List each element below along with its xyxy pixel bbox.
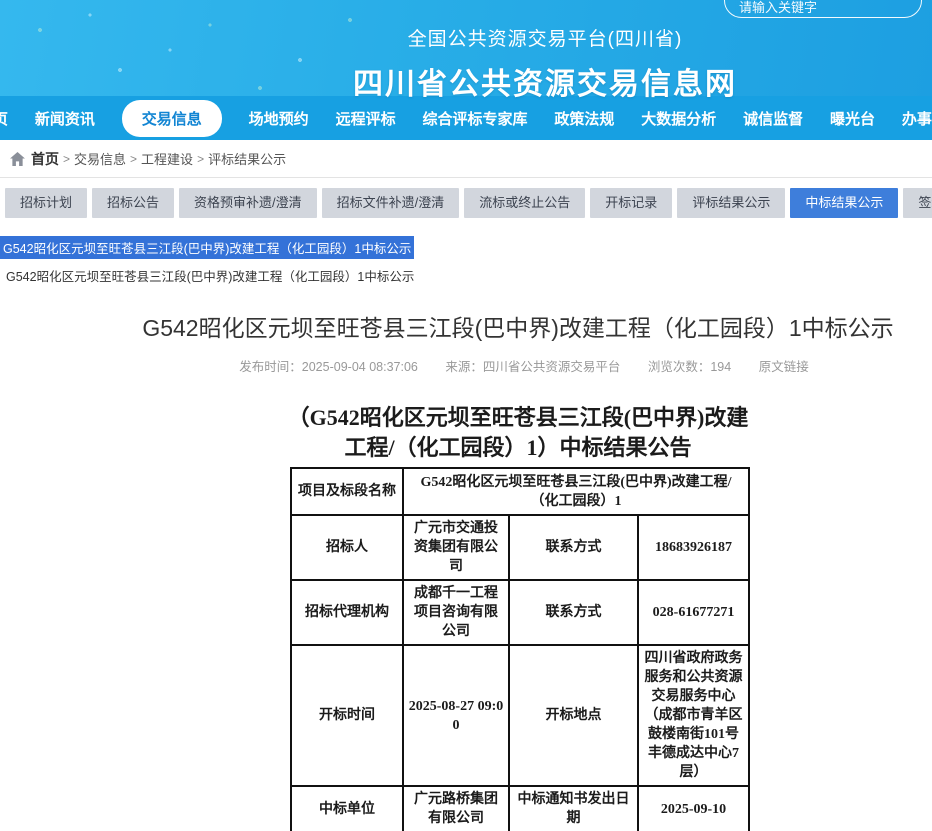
cell-open-place-label: 开标地点	[509, 645, 638, 786]
breadcrumb-eval-results[interactable]: 评标结果公示	[208, 149, 286, 168]
breadcrumb-separator: >	[197, 152, 204, 166]
nav-item-expert-db[interactable]: 综合评标专家库	[422, 108, 527, 129]
nav-item-venue[interactable]: 场地预约	[249, 108, 309, 129]
breadcrumb: 首页 > 交易信息 > 工程建设 > 评标结果公示	[0, 140, 932, 178]
article: G542昭化区元坝至旺苍县三江段(巴中界)改建工程（化工园段）1中标公示 发布时…	[0, 309, 932, 831]
cell-notice-date-value: 2025-09-10	[638, 786, 749, 831]
category-tabs: 招标计划 招标公告 资格预审补遗/澄清 招标文件补遗/澄清 流标或终止公告 开标…	[0, 178, 932, 218]
home-icon	[10, 152, 25, 166]
tab-failed-termination[interactable]: 流标或终止公告	[464, 188, 585, 218]
tab-bid-plan[interactable]: 招标计划	[5, 188, 87, 218]
cell-tenderer-label: 招标人	[291, 515, 403, 580]
document-body: （G542昭化区元坝至旺苍县三江段(巴中界)改建工程/（化工园段）1）中标结果公…	[0, 403, 932, 831]
breadcrumb-construction[interactable]: 工程建设	[141, 149, 193, 168]
source: 来源：四川省公共资源交易平台	[445, 360, 620, 374]
cell-agency-value: 成都千一工程项目咨询有限公司	[403, 580, 509, 645]
tab-prequal-supplement[interactable]: 资格预审补遗/澄清	[179, 188, 317, 218]
view-count: 浏览次数：194	[648, 360, 731, 374]
document-title: （G542昭化区元坝至旺苍县三江段(巴中界)改建工程/（化工园段）1）中标结果公…	[283, 403, 753, 463]
result-link-selected[interactable]: G542昭化区元坝至旺苍县三江段(巴中界)改建工程（化工园段）1中标公示	[0, 236, 414, 259]
tab-contract-perform[interactable]: 签约履行	[903, 188, 932, 218]
tab-eval-result[interactable]: 评标结果公示	[677, 188, 785, 218]
table-row: 招标人 广元市交通投资集团有限公司 联系方式 18683926187	[291, 515, 749, 580]
nav-item-policy[interactable]: 政策法规	[554, 108, 614, 129]
tab-bid-announcement[interactable]: 招标公告	[92, 188, 174, 218]
cell-agency-label: 招标代理机构	[291, 580, 403, 645]
breadcrumb-trade-info[interactable]: 交易信息	[74, 149, 126, 168]
cell-winner-value: 广元路桥集团有限公司	[403, 786, 509, 831]
cell-tenderer-value: 广元市交通投资集团有限公司	[403, 515, 509, 580]
publish-time: 发布时间：2025-09-04 08:37:06	[239, 360, 418, 374]
nav-item-bigdata[interactable]: 大数据分析	[641, 108, 716, 129]
award-result-table: 项目及标段名称 G542昭化区元坝至旺苍县三江段(巴中界)改建工程/（化工园段）…	[290, 467, 750, 831]
search-icon[interactable]	[893, 0, 913, 1]
site-titles: 全国公共资源交易平台(四川省) 四川省公共资源交易信息网	[0, 24, 932, 103]
breadcrumb-separator: >	[130, 152, 137, 166]
nav-item-services[interactable]: 办事	[902, 108, 932, 129]
cell-notice-date-label: 中标通知书发出日期	[509, 786, 638, 831]
table-row: 招标代理机构 成都千一工程项目咨询有限公司 联系方式 028-61677271	[291, 580, 749, 645]
site-title-large: 四川省公共资源交易信息网	[158, 59, 932, 103]
search-input[interactable]	[739, 0, 889, 16]
tab-opening-record[interactable]: 开标记录	[590, 188, 672, 218]
table-row: 项目及标段名称 G542昭化区元坝至旺苍县三江段(巴中界)改建工程/（化工园段）…	[291, 468, 749, 515]
nav-item-exposure[interactable]: 曝光台	[830, 108, 875, 129]
cell-contact-label: 联系方式	[509, 580, 638, 645]
cell-contact-value: 028-61677271	[638, 580, 749, 645]
nav-item-remote-eval[interactable]: 远程评标	[336, 108, 396, 129]
cell-winner-label: 中标单位	[291, 786, 403, 831]
origin-link[interactable]: 原文链接	[759, 360, 809, 374]
cell-contact-label: 联系方式	[509, 515, 638, 580]
main-nav-items: 首页 新闻资讯 交易信息 场地预约 远程评标 综合评标专家库 政策法规 大数据分…	[0, 100, 932, 137]
search-box[interactable]	[724, 0, 922, 18]
table-row: 开标时间 2025-08-27 09:00 开标地点 四川省政府政务服务和公共资…	[291, 645, 749, 786]
nav-item-news[interactable]: 新闻资讯	[35, 108, 95, 129]
cell-contact-value: 18683926187	[638, 515, 749, 580]
nav-item-integrity[interactable]: 诚信监督	[743, 108, 803, 129]
page-title: G542昭化区元坝至旺苍县三江段(巴中界)改建工程（化工园段）1中标公示	[52, 309, 932, 343]
breadcrumb-home[interactable]: 首页	[31, 149, 59, 169]
nav-item-trade-info[interactable]: 交易信息	[122, 100, 222, 137]
site-title-small: 全国公共资源交易平台(四川省)	[158, 24, 932, 51]
tab-award-result[interactable]: 中标结果公示	[790, 188, 898, 218]
result-links: G542昭化区元坝至旺苍县三江段(巴中界)改建工程（化工园段）1中标公示 G54…	[0, 236, 932, 285]
cell-open-place-value: 四川省政府政务服务和公共资源交易服务中心（成都市青羊区鼓楼南街101号丰德成达中…	[638, 645, 749, 786]
cell-open-time-value: 2025-08-27 09:00	[403, 645, 509, 786]
breadcrumb-separator: >	[63, 152, 70, 166]
cell-project-value: G542昭化区元坝至旺苍县三江段(巴中界)改建工程/（化工园段）1	[403, 468, 749, 515]
tab-docs-supplement[interactable]: 招标文件补遗/澄清	[322, 188, 460, 218]
result-link[interactable]: G542昭化区元坝至旺苍县三江段(巴中界)改建工程（化工园段）1中标公示	[6, 266, 932, 285]
article-meta: 发布时间：2025-09-04 08:37:06 来源：四川省公共资源交易平台 …	[58, 356, 932, 375]
cell-open-time-label: 开标时间	[291, 645, 403, 786]
cell-project-label: 项目及标段名称	[291, 468, 403, 515]
site-header: 全国公共资源交易平台(四川省) 四川省公共资源交易信息网	[0, 0, 932, 96]
nav-item-home[interactable]: 首页	[0, 108, 8, 129]
table-row: 中标单位 广元路桥集团有限公司 中标通知书发出日期 2025-09-10	[291, 786, 749, 831]
